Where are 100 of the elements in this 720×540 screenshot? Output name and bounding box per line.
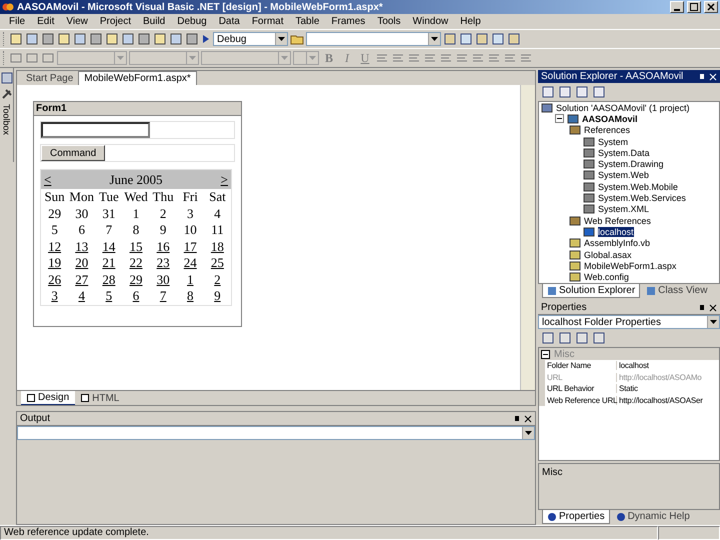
calendar-date[interactable]: 27	[75, 272, 88, 286]
view-tab[interactable]: Design	[21, 391, 76, 405]
calendar-date[interactable]: 6	[132, 288, 140, 303]
calendar-date[interactable]: 20	[75, 255, 88, 270]
calendar-date[interactable]: 9	[160, 222, 166, 237]
tree-item[interactable]: AssemblyInfo.vb	[584, 238, 650, 248]
find-dropdown[interactable]	[306, 32, 441, 46]
calendar-date[interactable]: 21	[102, 255, 116, 270]
calendar-date[interactable]: 1	[132, 206, 140, 220]
tree-item[interactable]: localhost	[598, 226, 634, 237]
calendar-date[interactable]: 12	[48, 238, 62, 254]
calendar-date[interactable]: 8	[187, 288, 194, 303]
toolbar-icon[interactable]	[592, 331, 606, 345]
toolbar-icon[interactable]	[105, 32, 119, 46]
toolbar-icon[interactable]	[558, 85, 572, 99]
toolbar-icon[interactable]	[575, 85, 589, 99]
toolbar-icon[interactable]	[89, 32, 103, 46]
calendar-date[interactable]: 16	[156, 238, 170, 254]
maximize-button[interactable]	[687, 1, 701, 13]
toolbar-icon[interactable]	[25, 32, 39, 46]
calendar-date[interactable]: 2	[214, 272, 221, 286]
toolbar-icon[interactable]	[541, 331, 555, 345]
minimize-button[interactable]	[670, 1, 684, 13]
calendar-date[interactable]: 29	[129, 272, 142, 286]
scroll-bar[interactable]	[520, 85, 535, 390]
toolbar-icon[interactable]	[592, 85, 606, 99]
tree-item[interactable]: System.Web.Services	[598, 193, 686, 204]
calendar-date[interactable]: 5	[106, 288, 112, 303]
calendar-date[interactable]: 23	[156, 255, 170, 270]
menu-item[interactable]: Project	[94, 16, 137, 27]
calendar-date[interactable]: 29	[48, 206, 62, 220]
menu-item[interactable]: Format	[246, 16, 290, 27]
pin-icon[interactable]	[513, 414, 521, 422]
tree-item[interactable]: System	[598, 136, 628, 147]
calendar-date[interactable]: 25	[210, 255, 224, 270]
menu-item[interactable]: Edit	[31, 16, 60, 27]
tree-item[interactable]: System.Web	[598, 170, 649, 180]
tree-item[interactable]: System.XML	[598, 204, 650, 214]
property-name[interactable]: URL Behavior	[545, 384, 617, 394]
toolbar-icon[interactable]	[41, 32, 55, 46]
collapse-icon[interactable]	[541, 350, 550, 358]
tree-item[interactable]: AASOAMovil	[582, 114, 638, 124]
menu-item[interactable]: Build	[136, 16, 172, 27]
tree-item[interactable]: MobileWebForm1.aspx	[584, 260, 676, 271]
toolbar-icon[interactable]	[443, 32, 457, 46]
toolbar-icon[interactable]	[558, 331, 572, 345]
toolbar-icon[interactable]	[57, 32, 71, 46]
toolbar-icon[interactable]	[575, 331, 589, 345]
calendar-date[interactable]: 2	[160, 206, 166, 220]
property-name[interactable]: Web Reference URL	[545, 396, 617, 405]
calendar-date[interactable]: 30	[75, 206, 88, 220]
panel-tab[interactable]: Solution Explorer	[542, 284, 640, 298]
calendar-date[interactable]: 1	[187, 272, 194, 286]
calendar-date[interactable]: 26	[48, 272, 62, 286]
calendar-date[interactable]: 15	[129, 238, 142, 254]
calendar-date[interactable]: 4	[214, 206, 221, 220]
property-value[interactable]: localhost	[617, 361, 649, 370]
tree-item[interactable]: Web References	[584, 216, 651, 226]
calendar-date[interactable]: 3	[51, 288, 58, 303]
toolbar-icon[interactable]	[137, 32, 151, 46]
calendar-date[interactable]: 19	[48, 255, 62, 270]
calendar-date[interactable]: 14	[102, 238, 116, 254]
menu-item[interactable]: Help	[454, 16, 487, 27]
close-button[interactable]	[704, 1, 718, 13]
tree-item[interactable]: System.Data	[598, 148, 650, 158]
calendar-date[interactable]: 5	[51, 222, 58, 237]
menu-item[interactable]: Table	[290, 16, 326, 27]
calendar-date[interactable]: 11	[211, 222, 224, 237]
menu-item[interactable]: Window	[406, 16, 454, 27]
toolbar-icon[interactable]	[475, 32, 489, 46]
pin-icon[interactable]	[698, 304, 706, 312]
property-value[interactable]: http://localhost/ASOASer	[617, 396, 703, 405]
toolbar-icon[interactable]	[185, 32, 199, 46]
command-button[interactable]: Command	[41, 145, 106, 161]
calendar-date[interactable]: 24	[184, 255, 197, 270]
pin-icon[interactable]	[698, 72, 706, 80]
calendar-date[interactable]: 7	[106, 222, 112, 237]
menu-item[interactable]: View	[60, 16, 94, 27]
text-box[interactable]	[41, 122, 150, 138]
calendar-date[interactable]: 6	[78, 222, 85, 237]
toolbar-icon[interactable]	[153, 32, 167, 46]
calendar-date[interactable]: 18	[210, 238, 224, 254]
calendar-date[interactable]: 28	[102, 272, 116, 286]
calendar-date[interactable]: 4	[78, 288, 85, 303]
next-month-link[interactable]: >	[220, 172, 228, 188]
toolbar-icon[interactable]	[491, 32, 505, 46]
toolbar-icon[interactable]	[507, 32, 521, 46]
menu-item[interactable]: Debug	[171, 16, 213, 27]
tree-item[interactable]: System.Drawing	[598, 159, 664, 170]
property-value[interactable]: Static	[617, 384, 638, 394]
toolbox-tab[interactable]: Toolbox	[2, 104, 12, 136]
calendar-date[interactable]: 13	[75, 238, 88, 254]
tree-item[interactable]: Global.asax	[584, 250, 632, 260]
panel-tab[interactable]: Dynamic Help	[612, 510, 694, 523]
document-tab[interactable]: MobileWebForm1.aspx*	[78, 71, 197, 85]
menu-item[interactable]: Data	[212, 16, 246, 27]
menu-item[interactable]: Tools	[371, 16, 407, 27]
tree-item[interactable]: Web.config	[584, 272, 629, 282]
calendar-date[interactable]: 31	[102, 206, 116, 220]
configuration-dropdown[interactable]: Debug	[213, 32, 288, 46]
